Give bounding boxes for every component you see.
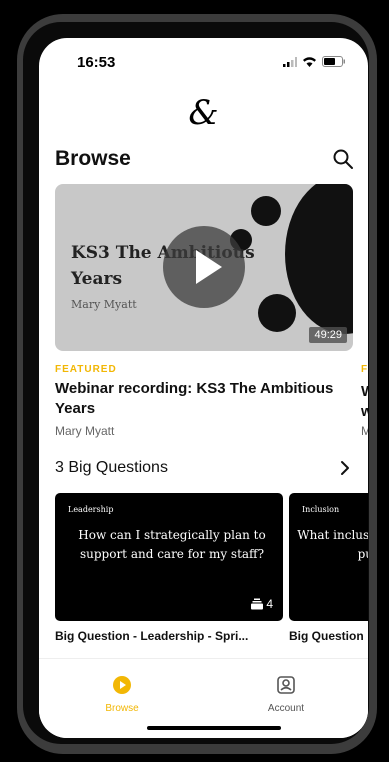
next-card-title[interactable]: W w — [361, 382, 368, 422]
big-question-card[interactable]: Inclusion What inclusi pu — [289, 493, 368, 621]
featured-author: Mary Myatt — [55, 424, 115, 438]
question-text: How can I strategically plan to support … — [78, 528, 266, 561]
question-text: What inclusi pu — [297, 528, 368, 561]
big-question-card[interactable]: Leadership How can I strategically plan … — [55, 493, 283, 621]
next-card-badge: F — [361, 364, 368, 375]
decorative-circle — [258, 294, 296, 332]
featured-title[interactable]: Webinar recording: KS3 The Ambitious Yea… — [55, 379, 345, 419]
question-tag: Inclusion — [302, 505, 340, 514]
question-card-label[interactable]: Big Question - Leadership - Spri... — [55, 629, 248, 643]
browse-tab-icon — [113, 676, 131, 694]
featured-video-thumbnail[interactable]: KS3 The Ambitious Years Mary Myatt 49:29 — [55, 184, 353, 351]
signal-icon — [283, 56, 297, 67]
battery-icon — [322, 56, 345, 67]
featured-badge: FEATURED — [55, 364, 117, 375]
question-count: 4 — [251, 597, 273, 611]
section-title[interactable]: 3 Big Questions — [55, 459, 168, 477]
app-logo: & — [188, 93, 219, 133]
duration-badge: 49:29 — [309, 327, 347, 343]
app-screen: 16:53 & Browse KS3 The Ambitious Years M… — [39, 38, 368, 738]
page-title: Browse — [55, 147, 131, 170]
play-icon[interactable] — [163, 226, 245, 308]
account-tab-icon — [277, 676, 295, 694]
thumbnail-author: Mary Myatt — [71, 298, 137, 311]
tab-browse[interactable]: Browse — [82, 675, 162, 714]
tab-browse-label: Browse — [105, 703, 139, 714]
decorative-circle — [251, 196, 281, 226]
tab-account-label: Account — [267, 703, 305, 714]
question-tag: Leadership — [68, 505, 114, 514]
search-icon[interactable] — [332, 148, 354, 170]
question-count-value: 4 — [266, 597, 273, 611]
stack-icon — [251, 598, 264, 610]
next-card-author: M — [361, 424, 368, 438]
wifi-icon — [303, 57, 316, 67]
status-time: 16:53 — [77, 54, 116, 71]
chevron-right-icon[interactable] — [338, 459, 352, 477]
status-bar: 16:53 — [39, 38, 368, 82]
question-card-label[interactable]: Big Question — [289, 629, 364, 643]
status-icons — [283, 56, 346, 67]
home-indicator[interactable] — [147, 726, 281, 730]
tab-account[interactable]: Account — [246, 675, 326, 714]
